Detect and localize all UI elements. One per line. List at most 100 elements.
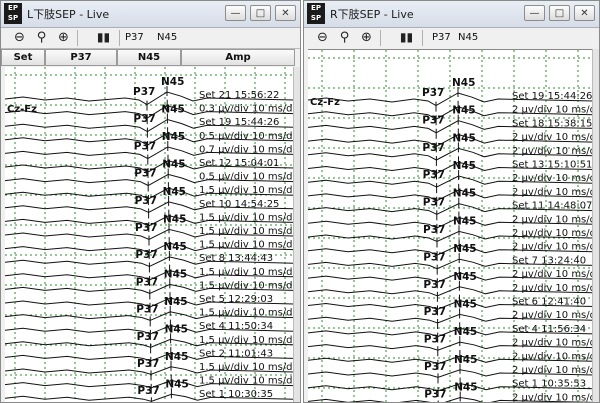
p37-label: P37 — [135, 222, 157, 234]
toolbar-separator — [380, 30, 381, 46]
column-header-row: Set P37 N45 Amp — [1, 48, 300, 67]
n45-label: N45 — [453, 271, 476, 283]
trace-info-label: 1.5 μv/div 10 ms/div — [199, 240, 294, 251]
trace-info-label: 2 μv/div 10 ms/div — [512, 146, 594, 157]
bar-chart-icon[interactable]: ▮▮ — [95, 29, 112, 46]
marker-label-n45[interactable]: N45 — [157, 32, 177, 43]
trace-info-label: 1.5 μv/div 10 ms/div — [199, 308, 294, 319]
marker-label-p37[interactable]: P37 — [432, 32, 451, 43]
vertical-scrollbar[interactable] — [293, 67, 300, 402]
trace-info-label: 1.5 μv/div 10 ms/div — [199, 212, 294, 223]
zoom-out-icon[interactable]: ⊖ — [11, 29, 28, 46]
right-sep-window: EP SP R下肢SEP - Live — □ ✕ ⊖ ⚲ ⊕ ▮▮ P37 N4… — [303, 0, 600, 403]
column-header-amp[interactable]: Amp — [181, 49, 295, 66]
p37-label: P37 — [424, 306, 446, 318]
trace-info-label: Set 18 15:38:15 — [512, 118, 592, 129]
trace-info-label: 0.7 μv/div 10 ms/div — [199, 144, 294, 155]
trace-info-label: 2 μv/div 10 ms/div — [512, 310, 594, 321]
n45-label: N45 — [454, 354, 477, 366]
traces: P37 N45 Set 19 15:44:26 2 μv/div 10 ms/div P… — [308, 77, 594, 403]
p37-label: P37 — [424, 361, 446, 373]
close-icon[interactable]: ✕ — [574, 5, 595, 21]
p37-label: P37 — [133, 113, 155, 125]
maximize-icon[interactable]: □ — [549, 5, 570, 21]
trace-info-label: Set 11 14:48:07 — [512, 201, 592, 212]
column-header-set[interactable]: Set — [1, 49, 45, 66]
n45-label: N45 — [163, 213, 186, 225]
trace-info-label: Set 4 11:56:34 — [512, 324, 586, 335]
p37-label: P37 — [134, 168, 156, 180]
trace-info-label: 2 μv/div 10 ms/div — [512, 392, 594, 403]
trace-info-label: Set 7 13:24:40 — [512, 255, 586, 266]
n45-label: N45 — [453, 243, 476, 255]
p37-label: P37 — [422, 142, 444, 154]
trace-info-label: 2 μv/div 10 ms/div — [512, 365, 594, 376]
trace-info-label: Set 2 11:01:43 — [199, 348, 273, 359]
trace-info-label: Set 5 12:29:03 — [199, 294, 273, 305]
p37-label: P37 — [135, 195, 157, 207]
minimize-icon[interactable]: — — [524, 5, 545, 21]
waveform-plot[interactable]: P37 N45 Set 19 15:44:26 2 μv/div 10 ms/div P… — [308, 49, 594, 403]
trace-info-label: 2 μv/div 10 ms/div — [512, 132, 594, 143]
n45-label: N45 — [164, 268, 187, 280]
trace-info-label: 2 μv/div 10 ms/div — [512, 173, 594, 184]
n45-label: N45 — [453, 215, 476, 227]
n45-label: N45 — [165, 378, 188, 390]
traces: P37 N45 Set 21 15:56:22 0.3 μv/div 10 ms/di… — [5, 76, 294, 402]
zoom-in-icon[interactable]: ⊕ — [55, 29, 72, 46]
trace-info-label: 1.5 μv/div 10 ms/div — [199, 362, 294, 373]
p37-label: P37 — [133, 86, 155, 98]
trace-info-label: 1.5 μv/div 10 ms/div — [199, 280, 294, 291]
window-title: R下肢SEP - Live — [330, 8, 414, 21]
n45-label: N45 — [454, 326, 477, 338]
maximize-icon[interactable]: □ — [250, 5, 271, 21]
n45-label: N45 — [454, 298, 477, 310]
trace-info-label: 0.3 μv/div 10 ms/div — [199, 104, 294, 115]
toolbar-separator — [422, 30, 423, 46]
zoom-reset-icon[interactable]: ⚲ — [33, 29, 50, 46]
title-bar[interactable]: EP SP L下肢SEP - Live — □ ✕ — [1, 1, 300, 28]
n45-label: N45 — [162, 131, 185, 143]
waveform-plot[interactable]: P37 N45 Set 21 15:56:22 0.3 μv/div 10 ms/di… — [5, 67, 294, 402]
trace-info-label: 2 μv/div 10 ms/div — [512, 187, 594, 198]
trace-info-label: Set 21 15:56:22 — [199, 90, 279, 101]
zoom-reset-icon[interactable]: ⚲ — [336, 29, 353, 46]
trace-info-label: Set 19 15:44:26 — [199, 117, 279, 128]
toolbar: ⊖ ⚲ ⊕ ▮▮ P37 N45 — [304, 28, 599, 48]
p37-label: P37 — [422, 87, 444, 99]
trace-info-label: Set 1 10:30:35 — [199, 389, 273, 400]
p37-label: P37 — [422, 114, 444, 126]
trace-info-label: 1.5 μv/div 10 ms/div — [199, 185, 294, 196]
p37-label: P37 — [423, 197, 445, 209]
column-header-p37[interactable]: P37 — [45, 49, 117, 66]
close-icon[interactable]: ✕ — [275, 5, 296, 21]
marker-label-n45[interactable]: N45 — [458, 32, 478, 43]
n45-label: N45 — [452, 105, 475, 117]
n45-label: N45 — [454, 381, 477, 393]
toolbar-separator — [119, 30, 120, 46]
p37-label: P37 — [423, 279, 445, 291]
channel-label: Cz-Fz — [7, 104, 37, 115]
minimize-icon[interactable]: — — [225, 5, 246, 21]
n45-label: N45 — [164, 296, 187, 308]
column-header-n45[interactable]: N45 — [117, 49, 181, 66]
trace-info-label: 1.5 μv/div 10 ms/div — [199, 376, 294, 387]
title-bar[interactable]: EP SP R下肢SEP - Live — □ ✕ — [304, 1, 599, 28]
p37-label: P37 — [137, 385, 159, 397]
p37-label: P37 — [136, 304, 158, 316]
n45-label: N45 — [163, 241, 186, 253]
trace-info-label: Set 19 15:44:26 — [512, 91, 592, 102]
toolbar-separator — [77, 30, 78, 46]
bar-chart-icon[interactable]: ▮▮ — [398, 29, 415, 46]
trace-info-label: 0.5 μv/div 10 ms/div — [199, 172, 294, 183]
p37-label: P37 — [424, 388, 446, 400]
trace-info-label: 2 μv/div 10 ms/div — [512, 242, 594, 253]
trace-info-label: Set 10 14:54:25 — [199, 199, 279, 210]
trace-info-label: Set 13 15:10:51 — [512, 160, 592, 171]
marker-label-p37[interactable]: P37 — [125, 32, 144, 43]
zoom-in-icon[interactable]: ⊕ — [358, 29, 375, 46]
trace-info-label: 2 μv/div 10 ms/div — [512, 105, 594, 116]
zoom-out-icon[interactable]: ⊖ — [314, 29, 331, 46]
vertical-scrollbar[interactable] — [592, 49, 599, 402]
n45-label: N45 — [161, 103, 184, 115]
